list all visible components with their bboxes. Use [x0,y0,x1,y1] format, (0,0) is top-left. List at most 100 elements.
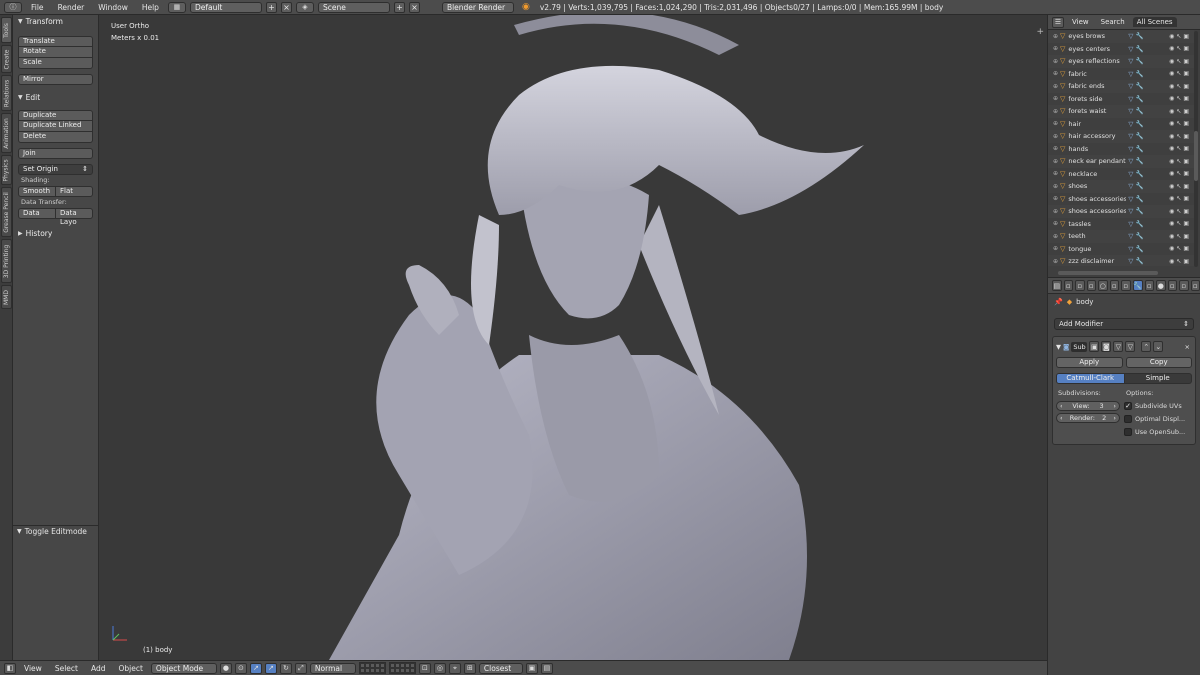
translate-manipulator-icon[interactable]: ↗ [264,662,277,674]
screen-layout-icon[interactable]: ▦ [167,1,186,13]
scene-tab-icon[interactable]: ▫ [1086,280,1096,291]
material-tab-icon[interactable]: ● [1156,280,1166,291]
copy-button[interactable]: Copy [1125,357,1192,368]
tab-view[interactable]: View [1068,17,1093,27]
duplicate-linked-button[interactable]: Duplicate Linked [18,121,93,132]
edit-panel-header[interactable]: ▼ Edit [13,91,98,104]
menu-view[interactable]: View [19,664,47,673]
visibility-icons[interactable]: ◉↖▣ [1169,95,1191,102]
visibility-icons[interactable]: ◉↖▣ [1169,170,1191,177]
visibility-icons[interactable]: ◉↖▣ [1169,33,1191,40]
visibility-icons[interactable]: ◉↖▣ [1169,245,1191,252]
properties-editor-icon[interactable]: ▤ [1052,280,1062,291]
delete-button[interactable]: Delete [18,132,93,143]
outliner-item[interactable]: ⊕ ▽ fabric ▽ 🔧 ◉↖▣ [1048,68,1194,81]
outliner-item[interactable]: ⊕ ▽ tongue ▽ 🔧 ◉↖▣ [1048,243,1194,256]
rotate-button[interactable]: Rotate [18,47,93,58]
flat-button[interactable]: Flat [56,186,93,197]
expand-plus-icon[interactable]: ⊕ [1053,245,1058,252]
expand-plus-icon[interactable]: ⊕ [1053,258,1058,265]
render-preview-icon[interactable]: ▣ [525,662,538,674]
outliner-item[interactable]: ⊕ ▽ forets side ▽ 🔧 ◉↖▣ [1048,93,1194,106]
expand-plus-icon[interactable]: ⊕ [1053,208,1058,215]
data-tab-icon[interactable]: ▫ [1144,280,1154,291]
expand-plus-icon[interactable]: ⊕ [1053,83,1058,90]
simple-button[interactable]: Simple [1124,373,1192,384]
outliner-item[interactable]: ⊕ ▽ eyes reflections ▽ 🔧 ◉↖▣ [1048,55,1194,68]
viewport-shading-icon[interactable]: ● [219,662,232,674]
decrement-arrow-icon[interactable]: ‹ [1060,402,1063,410]
physics-tab-icon[interactable]: ▫ [1190,280,1200,291]
remove-layout-icon[interactable]: × [280,1,292,13]
transform-panel-header[interactable]: ▼ Transform [13,15,98,28]
pivot-point-icon[interactable]: ⊙ [234,662,247,674]
duplicate-button[interactable]: Duplicate [18,110,93,121]
proportional-edit-icon[interactable]: ◎ [433,662,446,674]
outliner-item[interactable]: ⊕ ▽ hair accessory ▽ 🔧 ◉↖▣ [1048,130,1194,143]
layers-grid-2[interactable] [388,662,416,674]
3d-viewport[interactable]: User Ortho Meters x 0.01 + (1) body [99,15,1047,660]
history-panel-header[interactable]: ▶ History [13,227,98,240]
data-layout-button[interactable]: Data Layo [56,208,93,226]
visibility-icons[interactable]: ◉↖▣ [1169,58,1191,65]
screen-layout-field[interactable]: Default [189,1,262,13]
join-button[interactable]: Join [18,148,93,159]
constraints-tab-icon[interactable]: ▫ [1121,280,1131,291]
expand-plus-icon[interactable]: ⊕ [1053,158,1058,165]
visibility-icons[interactable]: ◉↖▣ [1169,220,1191,227]
expand-plus-icon[interactable]: ⊕ [1053,220,1058,227]
tab-physics[interactable]: Physics [1,155,12,185]
object-tab-icon[interactable]: ▫ [1109,280,1119,291]
tab-grease-pencil[interactable]: Grease Pencil [1,187,12,237]
mirror-button[interactable]: Mirror [18,74,93,85]
expand-plus-icon[interactable]: ⊕ [1053,183,1058,190]
expand-plus-icon[interactable]: ⊕ [1053,108,1058,115]
info-editor-type-button[interactable]: ⓘ [4,1,22,13]
render-levels-field[interactable]: ‹ Render: 2 › [1056,413,1120,423]
add-modifier-select[interactable]: Add Modifier ⇕ [1054,318,1194,330]
expand-plus-icon[interactable]: ⊕ [1053,45,1058,52]
move-up-icon[interactable]: ⌃ [1141,341,1152,352]
menu-render[interactable]: Render [53,3,90,12]
expand-plus-icon[interactable]: ⊕ [1053,145,1058,152]
modifier-name-field[interactable]: Sub [1071,341,1088,352]
increment-arrow-icon[interactable]: › [1113,402,1116,410]
add-scene-icon[interactable]: + [393,1,405,13]
visibility-icons[interactable]: ◉↖▣ [1169,70,1191,77]
visibility-icons[interactable]: ◉↖▣ [1169,120,1191,127]
render-tab-icon[interactable]: ▫ [1063,280,1073,291]
scale-button[interactable]: Scale [18,58,93,69]
subdivide-uvs-checkbox[interactable]: ✓ Subdivide UVs [1124,399,1192,412]
visibility-icons[interactable]: ◉↖▣ [1169,145,1191,152]
menu-file[interactable]: File [26,3,49,12]
manipulator-toggle-icon[interactable]: ↗ [249,662,262,674]
outliner-item[interactable]: ⊕ ▽ zzz disclaimer ▽ 🔧 ◉↖▣ [1048,255,1194,266]
outliner-item[interactable]: ⊕ ▽ hair ▽ 🔧 ◉↖▣ [1048,118,1194,131]
tab-search[interactable]: Search [1097,17,1129,27]
visibility-icons[interactable]: ◉↖▣ [1169,258,1191,265]
tab-3d-printing[interactable]: 3D Printing [1,239,12,283]
tab-relations[interactable]: Relations [1,75,12,111]
menu-window[interactable]: Window [93,3,133,12]
world-tab-icon[interactable]: ○ [1098,280,1108,291]
outliner-hscrollbar[interactable] [1058,271,1158,275]
outliner-item[interactable]: ⊕ ▽ eyes centers ▽ 🔧 ◉↖▣ [1048,43,1194,56]
scene-field[interactable]: Scene [317,1,390,13]
toggle-editmode-panel[interactable]: ▼ Toggle Editmode [13,525,99,537]
render-animation-icon[interactable]: ▤ [540,662,553,674]
visibility-icons[interactable]: ◉↖▣ [1169,108,1191,115]
outliner-item[interactable]: ⊕ ▽ eyes brows ▽ 🔧 ◉↖▣ [1048,30,1194,43]
menu-object[interactable]: Object [113,664,147,673]
visibility-icons[interactable]: ◉↖▣ [1169,233,1191,240]
outliner-item[interactable]: ⊕ ▽ necklace ▽ 🔧 ◉↖▣ [1048,168,1194,181]
mode-select[interactable]: Object Mode [150,662,217,674]
render-engine-select[interactable]: Blender Render [441,1,514,13]
viewport-toggle-icon[interactable]: ◙ [1101,341,1112,352]
tab-mmd[interactable]: MMD [1,285,12,309]
particles-tab-icon[interactable]: ▫ [1179,280,1189,291]
menu-select[interactable]: Select [50,664,83,673]
data-button[interactable]: Data [18,208,56,219]
expand-plus-icon[interactable]: ⊕ [1053,195,1058,202]
outliner-item[interactable]: ⊕ ▽ tassles ▽ 🔧 ◉↖▣ [1048,218,1194,231]
expand-plus-icon[interactable]: ⊕ [1053,95,1058,102]
